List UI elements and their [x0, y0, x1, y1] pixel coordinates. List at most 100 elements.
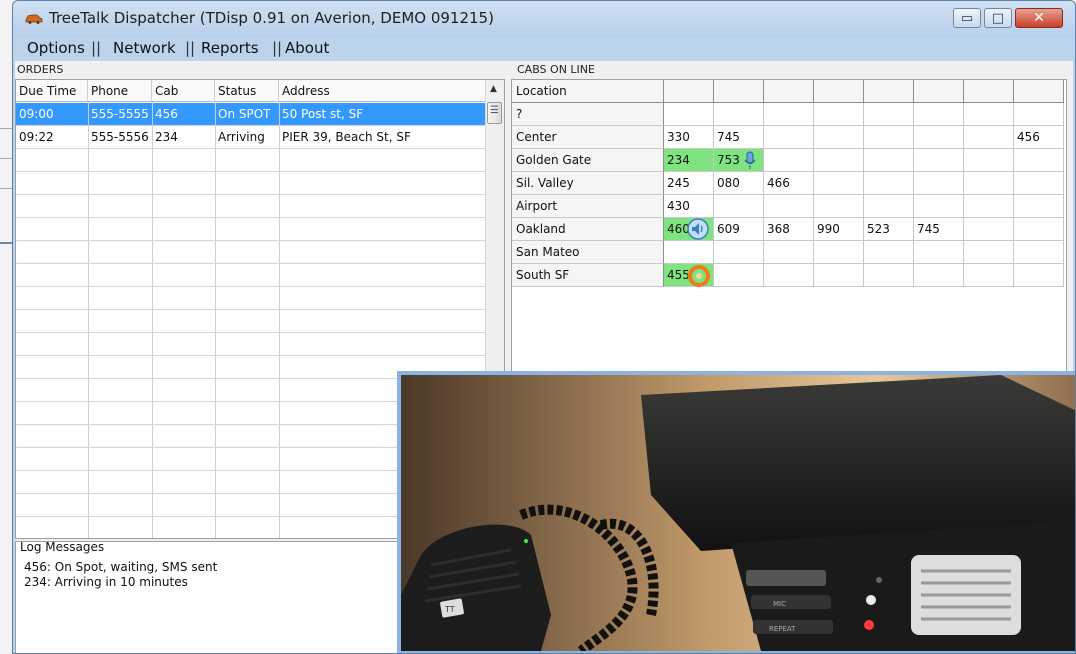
cab-cell[interactable]: 456	[1014, 126, 1064, 149]
column-header-due-time[interactable]: Due Time	[16, 80, 88, 102]
cab-cell[interactable]: 080	[714, 172, 764, 195]
cab-cell[interactable]	[864, 172, 914, 195]
location-cell[interactable]: Oakland	[512, 218, 664, 241]
table-cell[interactable]: 09:00	[16, 103, 54, 126]
cab-cell[interactable]: 330	[664, 126, 714, 149]
cab-cell[interactable]	[714, 264, 764, 287]
scroll-thumb[interactable]	[487, 102, 502, 124]
location-cell[interactable]: Center	[512, 126, 664, 149]
column-header-location[interactable]: Location	[512, 80, 664, 103]
cab-cell[interactable]	[764, 149, 814, 172]
column-header-address[interactable]: Address	[279, 80, 486, 102]
table-cell[interactable]: 50 Post st, SF	[279, 103, 363, 126]
cab-cell[interactable]	[914, 241, 964, 264]
menu-network[interactable]: Network	[113, 39, 176, 57]
scroll-up-icon[interactable]: ▲	[490, 84, 497, 94]
cab-cell[interactable]	[814, 264, 864, 287]
column-header[interactable]	[814, 80, 864, 103]
ring-icon[interactable]	[688, 265, 710, 287]
cab-cell[interactable]	[714, 195, 764, 218]
cab-cell[interactable]	[714, 241, 764, 264]
minimize-button[interactable]: ▭	[953, 8, 981, 28]
cab-cell[interactable]: 234	[664, 149, 714, 172]
table-cell[interactable]: 09:22	[16, 126, 54, 149]
table-cell[interactable]: PIER 39, Beach St, SF	[279, 126, 411, 149]
cab-cell[interactable]: 523	[864, 218, 914, 241]
cab-cell[interactable]: 609	[714, 218, 764, 241]
cab-cell[interactable]	[964, 149, 1014, 172]
cab-cell[interactable]	[864, 103, 914, 126]
column-header-phone[interactable]: Phone	[88, 80, 152, 102]
cab-cell[interactable]	[914, 264, 964, 287]
location-cell[interactable]: Sil. Valley	[512, 172, 664, 195]
column-header[interactable]	[964, 80, 1014, 103]
cab-cell[interactable]	[914, 195, 964, 218]
cab-cell[interactable]	[1014, 195, 1064, 218]
menu-reports[interactable]: Reports	[201, 39, 259, 57]
location-cell[interactable]: Airport	[512, 195, 664, 218]
menu-about[interactable]: About	[285, 39, 329, 57]
cab-cell[interactable]	[964, 103, 1014, 126]
cab-cell[interactable]	[864, 241, 914, 264]
cab-cell[interactable]	[814, 195, 864, 218]
cab-cell[interactable]	[964, 172, 1014, 195]
cab-cell[interactable]	[764, 241, 814, 264]
cab-cell[interactable]	[1014, 218, 1064, 241]
cab-cell[interactable]: 745	[914, 218, 964, 241]
cab-cell[interactable]	[964, 218, 1014, 241]
column-header[interactable]	[864, 80, 914, 103]
cab-cell[interactable]	[664, 241, 714, 264]
cab-cell[interactable]	[964, 126, 1014, 149]
cab-cell[interactable]	[764, 103, 814, 126]
title-bar[interactable]: TreeTalk Dispatcher (TDisp 0.91 on Averi…	[13, 1, 1075, 37]
cab-cell[interactable]	[814, 149, 864, 172]
cab-cell[interactable]	[1014, 149, 1064, 172]
location-cell[interactable]: South SF	[512, 264, 664, 287]
cab-cell[interactable]	[764, 126, 814, 149]
cab-cell[interactable]	[814, 103, 864, 126]
table-cell[interactable]: 555-5556	[88, 126, 149, 149]
cab-cell[interactable]	[914, 149, 964, 172]
cab-cell[interactable]: 990	[814, 218, 864, 241]
cab-cell[interactable]	[964, 264, 1014, 287]
column-header-status[interactable]: Status	[215, 80, 279, 102]
cab-cell[interactable]	[1014, 241, 1064, 264]
column-header[interactable]	[714, 80, 764, 103]
cab-cell[interactable]: 753	[714, 149, 764, 172]
cab-cell[interactable]	[864, 195, 914, 218]
maximize-button[interactable]: □	[984, 8, 1012, 28]
close-button[interactable]: ✕	[1015, 8, 1063, 28]
cab-cell[interactable]	[814, 241, 864, 264]
cab-cell[interactable]	[1014, 264, 1064, 287]
cab-cell[interactable]	[714, 103, 764, 126]
speaker-icon[interactable]	[686, 218, 710, 240]
cab-cell[interactable]	[964, 241, 1014, 264]
menu-options[interactable]: Options	[27, 39, 85, 57]
column-header-cab[interactable]: Cab	[152, 80, 215, 102]
location-cell[interactable]: Golden Gate	[512, 149, 664, 172]
location-cell[interactable]: San Mateo	[512, 241, 664, 264]
column-header[interactable]	[764, 80, 814, 103]
cab-cell[interactable]: 466	[764, 172, 814, 195]
cab-cell[interactable]	[864, 149, 914, 172]
microphone-icon[interactable]	[744, 151, 756, 171]
cabs-table[interactable]: Location? Center 330 745 456 Golden Gate 234 75…	[511, 79, 1067, 379]
cab-cell[interactable]	[1014, 103, 1064, 126]
column-header[interactable]	[1014, 80, 1064, 103]
cab-cell[interactable]	[764, 195, 814, 218]
table-cell[interactable]: On SPOT	[215, 103, 271, 126]
table-cell[interactable]: 555-5555	[88, 103, 149, 126]
table-cell[interactable]: Arriving	[215, 126, 265, 149]
cab-cell[interactable]: 430	[664, 195, 714, 218]
cab-cell[interactable]	[964, 195, 1014, 218]
cab-cell[interactable]	[814, 172, 864, 195]
cab-cell[interactable]	[664, 103, 714, 126]
cab-cell[interactable]	[914, 172, 964, 195]
column-header[interactable]	[664, 80, 714, 103]
table-cell[interactable]: 234	[152, 126, 178, 149]
cab-cell[interactable]	[764, 264, 814, 287]
cab-cell[interactable]	[814, 126, 864, 149]
column-header[interactable]	[914, 80, 964, 103]
cab-cell[interactable]	[1014, 172, 1064, 195]
cab-cell[interactable]	[864, 264, 914, 287]
